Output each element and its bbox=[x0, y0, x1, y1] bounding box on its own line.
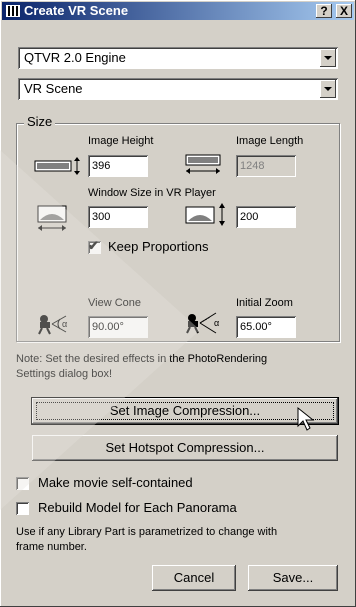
make-movie-label[interactable]: Make movie self-contained bbox=[38, 475, 193, 490]
window-width-icon bbox=[37, 205, 67, 231]
set-hotspot-compression-button[interactable]: Set Hotspot Compression... bbox=[32, 435, 338, 461]
create-vr-scene-dialog: Create VR Scene ? X QTVR 2.0 Engine VR S… bbox=[0, 0, 356, 607]
svg-text:α: α bbox=[62, 319, 67, 329]
window-height-icon bbox=[185, 203, 225, 226]
engine-select[interactable]: QTVR 2.0 Engine bbox=[18, 47, 338, 69]
window-height-field[interactable]: 200 bbox=[236, 206, 296, 228]
set-image-compression-label: Set Image Compression... bbox=[109, 403, 261, 418]
rebuild-model-checkbox[interactable] bbox=[16, 502, 29, 515]
cancel-button[interactable]: Cancel bbox=[152, 565, 236, 591]
keep-proportions-checkbox[interactable]: ✔ bbox=[88, 238, 101, 254]
image-length-field: 1248 bbox=[236, 155, 296, 177]
close-button[interactable]: X bbox=[336, 4, 352, 18]
image-height-label: Image Height bbox=[88, 135, 154, 147]
scene-select-value: VR Scene bbox=[24, 81, 83, 96]
image-height-icon bbox=[34, 157, 80, 175]
window-title: Create VR Scene bbox=[24, 3, 129, 18]
save-label: Save... bbox=[272, 570, 314, 585]
checkmark-icon: ✔ bbox=[88, 238, 99, 253]
set-hotspot-compression-label: Set Hotspot Compression... bbox=[105, 440, 265, 455]
set-image-compression-button[interactable]: Set Image Compression... bbox=[32, 398, 338, 424]
svg-text:α: α bbox=[214, 318, 219, 328]
note-line-2: Settings dialog box! bbox=[16, 368, 113, 380]
cancel-label: Cancel bbox=[173, 570, 215, 585]
view-cone-field[interactable]: 90.00° bbox=[88, 316, 148, 338]
image-length-label: Image Length bbox=[236, 135, 304, 147]
initial-zoom-label: Initial Zoom bbox=[236, 297, 293, 309]
help-button[interactable]: ? bbox=[316, 4, 332, 18]
chevron-down-icon[interactable] bbox=[320, 49, 336, 67]
app-icon bbox=[6, 5, 20, 17]
image-length-icon bbox=[185, 154, 221, 174]
library-note-line-2: frame number. bbox=[16, 541, 87, 553]
engine-select-value: QTVR 2.0 Engine bbox=[24, 50, 126, 65]
rebuild-model-label[interactable]: Rebuild Model for Each Panorama bbox=[38, 500, 237, 515]
chevron-down-icon[interactable] bbox=[320, 80, 336, 98]
size-group-label: Size bbox=[24, 114, 56, 129]
initial-zoom-icon: α bbox=[186, 312, 219, 334]
view-cone-icon: α bbox=[38, 315, 67, 335]
keep-proportions-label[interactable]: Keep Proportions bbox=[108, 239, 208, 254]
title-bar[interactable]: Create VR Scene ? X bbox=[2, 2, 354, 20]
mouse-cursor-icon bbox=[297, 406, 315, 431]
save-button[interactable]: Save... bbox=[248, 565, 338, 591]
window-size-label: Window Size in VR Player bbox=[88, 187, 216, 199]
make-movie-checkbox[interactable] bbox=[16, 477, 29, 490]
image-height-field[interactable]: 396 bbox=[88, 155, 148, 177]
scene-select[interactable]: VR Scene bbox=[18, 78, 338, 100]
view-cone-label: View Cone bbox=[88, 297, 141, 309]
window-width-field[interactable]: 300 bbox=[88, 206, 148, 228]
note-line-1: Note: Set the desired effects in the Pho… bbox=[16, 353, 268, 365]
library-note-line-1: Use if any Library Part is parametrized … bbox=[16, 526, 278, 538]
initial-zoom-field[interactable]: 65.00° bbox=[236, 316, 296, 338]
